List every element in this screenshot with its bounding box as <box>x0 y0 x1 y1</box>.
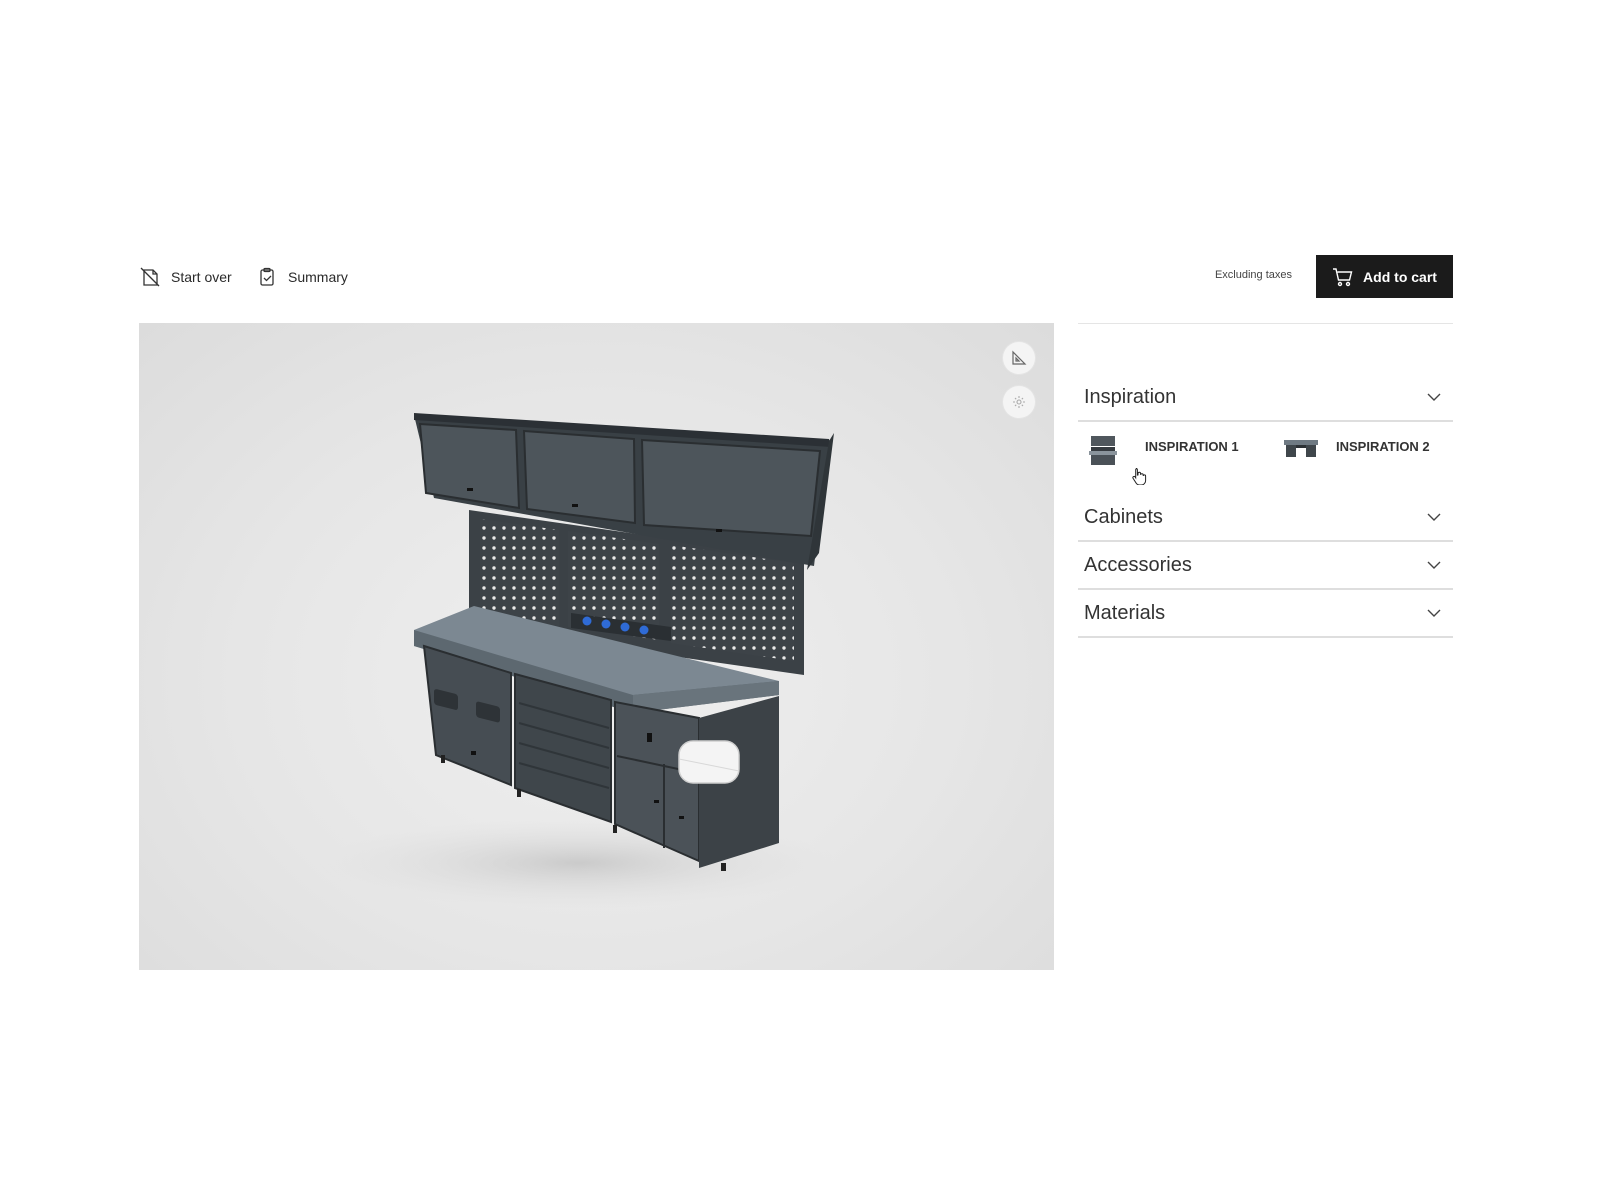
inspiration-2-thumbnail <box>1284 440 1318 457</box>
accordion-cabinets[interactable]: Cabinets <box>1078 494 1453 542</box>
blue-tool-holder <box>620 622 630 632</box>
start-over-icon <box>140 267 160 287</box>
start-over-button[interactable]: Start over <box>139 255 232 299</box>
ar-view-icon <box>1013 396 1025 408</box>
3d-viewer[interactable] <box>139 323 1054 970</box>
accordion-materials[interactable]: Materials <box>1078 590 1453 638</box>
chevron-down-icon <box>1427 561 1441 569</box>
tax-note: Excluding taxes <box>1214 269 1292 281</box>
inspiration-option-2[interactable]: INSPIRATION 2 <box>1283 434 1453 482</box>
chevron-down-icon <box>1427 393 1441 401</box>
workbench-model <box>319 413 839 908</box>
configurator-page: Start over Summary Excluding taxes Add t… <box>0 0 1605 1200</box>
top-toolbar: Start over Summary Excluding taxes Add t… <box>139 255 1453 299</box>
chevron-down-icon <box>1427 609 1441 617</box>
hand-cursor-icon <box>1132 468 1147 485</box>
accordion-accessories[interactable]: Accessories <box>1078 542 1453 590</box>
accordion-title: Cabinets <box>1084 505 1163 528</box>
blue-tool-holder <box>601 619 611 629</box>
chevron-down-icon <box>1427 513 1441 521</box>
summary-button[interactable]: Summary <box>256 255 348 299</box>
options-panel: Inspiration INSPIRATION 1 INSPIRATION 2 … <box>1078 323 1453 638</box>
clipboard-check-icon <box>260 267 274 286</box>
start-over-label: Start over <box>171 269 232 285</box>
measure-icon <box>1012 350 1027 365</box>
paper-towel-roll <box>678 740 740 784</box>
accordion-inspiration[interactable]: Inspiration <box>1078 374 1453 422</box>
inspiration-option-1[interactable]: INSPIRATION 1 <box>1088 434 1258 482</box>
inspiration-2-label: INSPIRATION 2 <box>1336 439 1430 454</box>
summary-label: Summary <box>288 269 348 285</box>
measure-tool-button[interactable] <box>1003 342 1035 374</box>
inspiration-1-label: INSPIRATION 1 <box>1145 439 1239 454</box>
accordion-title: Materials <box>1084 601 1166 624</box>
accordion-title: Inspiration <box>1084 385 1177 408</box>
add-to-cart-label: Add to cart <box>1363 268 1437 285</box>
blue-tool-holder <box>582 616 592 626</box>
accordion-title: Accessories <box>1084 553 1192 576</box>
add-to-cart-button[interactable]: Add to cart <box>1316 255 1453 298</box>
cart-icon <box>1333 267 1353 286</box>
blue-tool-holder <box>639 625 649 635</box>
inspiration-1-thumbnail <box>1089 436 1117 465</box>
ar-view-button[interactable] <box>1003 386 1035 418</box>
